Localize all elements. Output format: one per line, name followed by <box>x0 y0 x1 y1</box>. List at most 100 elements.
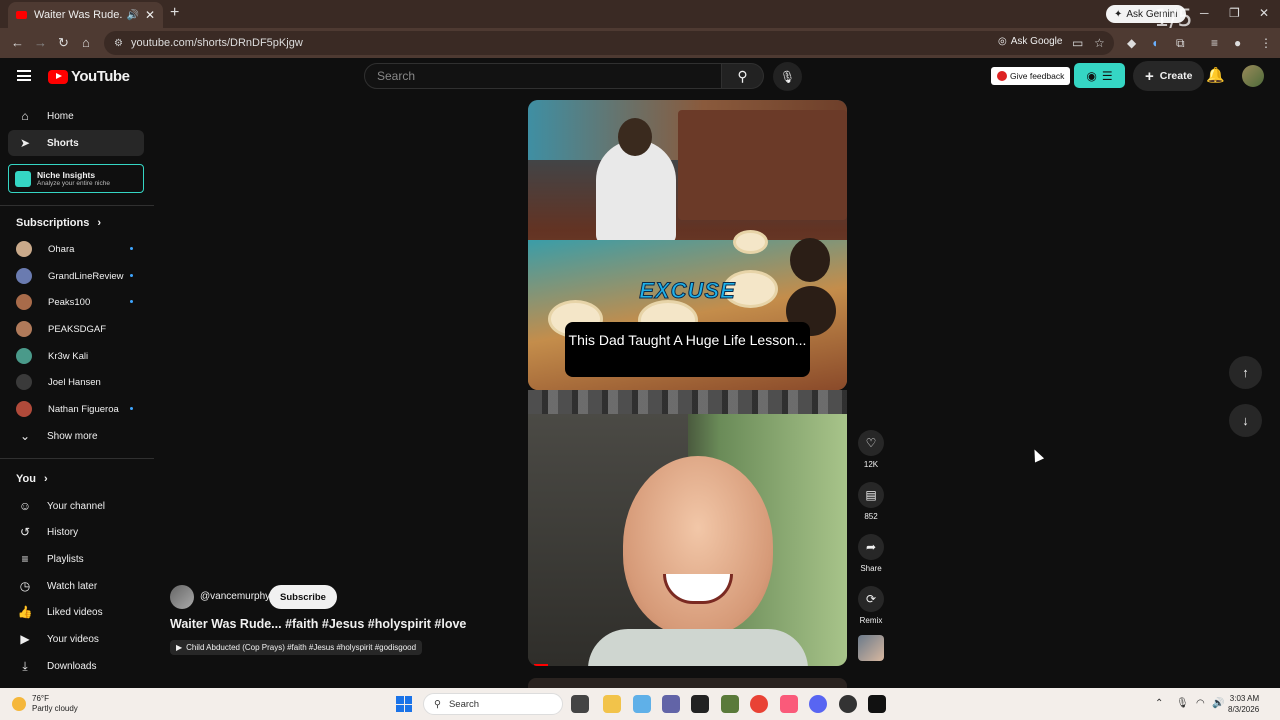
site-info-icon[interactable]: ⚙ <box>114 38 123 49</box>
back-icon[interactable]: ← <box>11 35 24 50</box>
previous-short-video[interactable]: EXCUSE This Dad Taught A Huge Life Lesso… <box>528 100 847 390</box>
plus-icon: + <box>1145 67 1154 85</box>
subscribe-button[interactable]: Subscribe <box>269 585 337 609</box>
app-icon[interactable] <box>839 695 857 713</box>
extension-audio-icon[interactable]: ◖ <box>1151 36 1158 50</box>
sidebar-item-downloads[interactable]: ⤓ Downloads <box>8 653 144 679</box>
maximize-button[interactable]: ❐ <box>1229 6 1240 20</box>
minimize-button[interactable]: ─ <box>1200 6 1209 20</box>
file-explorer-icon[interactable] <box>603 695 621 713</box>
like-action[interactable]: ♡ 12K <box>858 430 884 469</box>
niche-extension-button[interactable]: ◉ ☰ <box>1074 63 1125 88</box>
show-more-button[interactable]: ⌄ Show more <box>8 423 144 449</box>
niche-insights-button[interactable]: Niche Insights Analyze your entire niche <box>8 164 144 193</box>
bookmark-star-icon[interactable]: ☆ <box>1094 36 1105 50</box>
chrome-icon[interactable] <box>750 695 768 713</box>
close-tab-icon[interactable]: ✕ <box>145 8 155 22</box>
sidebar-item-playlists[interactable]: ≡ Playlists <box>8 546 144 572</box>
task-view-icon[interactable] <box>571 695 589 713</box>
close-window-button[interactable]: ✕ <box>1259 6 1269 20</box>
sidebar-item-your-channel[interactable]: ☺ Your channel <box>8 493 144 519</box>
wifi-icon[interactable]: ◠ <box>1196 698 1205 709</box>
volume-icon[interactable]: 🔊 <box>1212 698 1224 709</box>
sidebar-item-liked-videos[interactable]: 👍 Liked videos <box>8 599 144 625</box>
heart-icon[interactable]: ♡ <box>858 430 884 456</box>
comment-action[interactable]: ▤ 852 <box>858 482 884 521</box>
chevron-right-icon: › <box>43 473 48 485</box>
sidebar-item-nathan-figueroa[interactable]: Nathan Figueroa <box>8 396 144 422</box>
sidebar-item-history[interactable]: ↺ History <box>8 519 144 545</box>
menu-icon[interactable] <box>17 70 31 81</box>
notifications-bell-icon[interactable]: 🔔 <box>1206 66 1225 84</box>
discord-icon[interactable] <box>809 695 827 713</box>
terminal-icon[interactable] <box>868 695 886 713</box>
audio-icon[interactable]: 🔊 <box>126 10 138 21</box>
youtube-logo[interactable]: YouTube <box>48 68 130 85</box>
browser-toolbar: ← → ↻ ⌂ ⚙ youtube.com/shorts/DRnDF5pKjgw… <box>0 28 1280 58</box>
sidebar-item-peaks100[interactable]: Peaks100 <box>8 289 144 315</box>
address-bar[interactable]: ⚙ youtube.com/shorts/DRnDF5pKjgw <box>104 31 1114 55</box>
copilot-icon[interactable] <box>633 695 651 713</box>
create-button[interactable]: + Create <box>1133 61 1205 91</box>
search-button[interactable]: ⚲ <box>722 63 764 89</box>
share-icon[interactable]: ➦ <box>858 534 884 560</box>
profile-icon[interactable]: ● <box>1234 36 1241 50</box>
next-short-button[interactable]: ↓ <box>1229 404 1262 437</box>
cast-icon[interactable]: ▭ <box>1072 36 1083 50</box>
home-icon[interactable]: ⌂ <box>82 35 90 50</box>
video-progress-bar[interactable] <box>534 664 548 666</box>
sidebar-item-ohara[interactable]: Ohara <box>8 236 144 262</box>
give-feedback-button[interactable]: Give feedback <box>991 67 1071 85</box>
remix-action[interactable]: ⟳ Remix <box>858 586 884 625</box>
browser-menu-icon[interactable]: ⋮ <box>1260 36 1272 50</box>
account-avatar[interactable] <box>1242 65 1264 87</box>
chevron-down-icon: ⌄ <box>19 429 31 443</box>
linked-video-chip[interactable]: ▶ Child Abducted (Cop Prays) #faith #Jesu… <box>170 640 423 655</box>
search-input[interactable]: Search <box>364 63 722 89</box>
you-heading[interactable]: You › <box>16 473 48 485</box>
taskbar-search[interactable]: ⚲ Search <box>423 693 563 715</box>
channel-avatar <box>16 294 32 310</box>
new-tab-button[interactable]: + <box>170 4 179 22</box>
tray-chevron-icon[interactable]: ⌃ <box>1155 698 1163 709</box>
subscriptions-heading[interactable]: Subscriptions › <box>16 217 101 229</box>
sidebar-item-peaksdgaf[interactable]: PEAKSDGAF <box>8 316 144 342</box>
sidebar-item-home[interactable]: ⌂ Home <box>8 103 144 129</box>
sound-thumbnail[interactable] <box>858 635 884 661</box>
sidebar-item-grandlinereview[interactable]: GrandLineReview <box>8 263 144 289</box>
microphone-icon[interactable]: 🎙 <box>1176 698 1189 709</box>
mouse-cursor-icon <box>1029 447 1045 463</box>
windows-start-icon[interactable] <box>396 696 412 712</box>
weather-widget[interactable]: 76°F Partly cloudy <box>12 694 78 714</box>
voice-search-button[interactable]: 🎙 <box>773 62 802 91</box>
capcut-icon[interactable] <box>691 695 709 713</box>
sidebar-item-joel-hansen[interactable]: Joel Hansen <box>8 369 144 395</box>
sidebar-item-your-videos[interactable]: ▶ Your videos <box>8 626 144 652</box>
system-clock[interactable]: 3:03 AM 8/3/2026 <box>1228 693 1259 715</box>
current-short-video[interactable] <box>528 414 847 666</box>
media-control-icon[interactable]: ≡ <box>1211 36 1218 50</box>
comment-icon[interactable]: ▤ <box>858 482 884 508</box>
sidebar-item-kr3w-kali[interactable]: Kr3w Kali <box>8 343 144 369</box>
channel-handle[interactable]: @vancemurphy <box>200 591 270 602</box>
ask-google-button[interactable]: ◎ Ask Google <box>998 36 1062 47</box>
extensions-puzzle-icon[interactable]: ⧉ <box>1176 36 1185 51</box>
music-icon[interactable] <box>780 695 798 713</box>
reload-icon[interactable]: ↻ <box>58 35 69 51</box>
minecraft-icon[interactable] <box>721 695 739 713</box>
forward-icon[interactable]: → <box>34 35 47 50</box>
new-content-dot <box>130 407 133 410</box>
channel-avatar <box>16 348 32 364</box>
share-action[interactable]: ➦ Share <box>858 534 884 573</box>
youtube-favicon-icon <box>16 11 27 19</box>
arrow-down-icon: ↓ <box>1242 413 1249 428</box>
sidebar-item-shorts[interactable]: ➤ Shorts <box>8 130 144 156</box>
previous-short-button[interactable]: ↑ <box>1229 356 1262 389</box>
extension-shield-icon[interactable]: ◆ <box>1127 36 1136 50</box>
comment-count: 852 <box>864 512 878 521</box>
channel-avatar[interactable] <box>170 585 194 609</box>
teams-icon[interactable] <box>662 695 680 713</box>
sidebar-item-watch-later[interactable]: ◷ Watch later <box>8 573 144 599</box>
browser-tab[interactable]: Waiter Was Rude... #faith # 🔊 ✕ <box>8 2 163 28</box>
remix-icon[interactable]: ⟳ <box>858 586 884 612</box>
